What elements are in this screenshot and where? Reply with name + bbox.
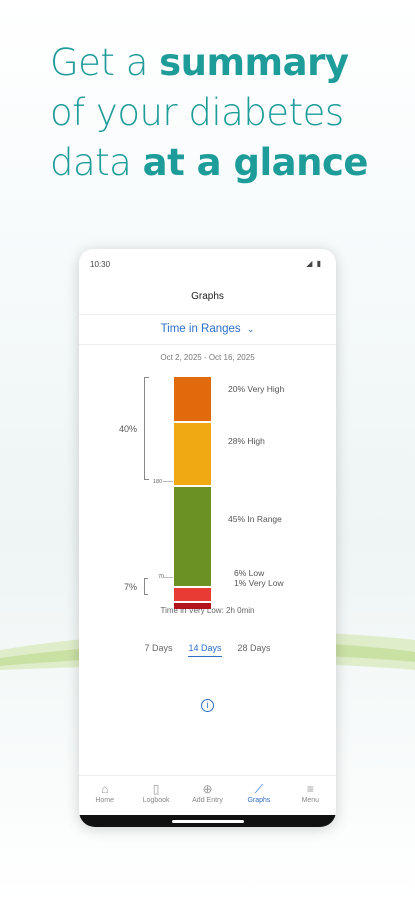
threshold-180-line [163,481,173,482]
bar-segment-low [174,587,211,601]
nav-graphs[interactable]: ⟋ Graphs [233,776,284,815]
segment-label-high: 28% High [228,436,265,446]
nav-menu[interactable]: ≡ Menu [285,776,336,815]
time-in-ranges-chart: 40% 7% 180 70 20% Very High 28% High 45% I… [79,362,336,609]
nav-add-entry[interactable]: ⊕ Add Entry [182,776,233,815]
below-range-total: 7% [124,582,138,592]
logbook-icon: ▯ [152,782,160,796]
add-entry-icon: ⊕ [202,782,213,796]
nav-home-label: Home [95,797,115,804]
nav-logbook-label: Logbook [142,797,170,804]
bottom-nav: ⌂ Home ▯ Logbook ⊕ Add Entry ⟋ Graphs ≡ … [79,775,336,815]
status-time: 10:30 [90,260,111,269]
segment-label-very-high: 20% Very High [228,384,285,394]
bar-segment-very-high [174,377,211,421]
chevron-down-icon: ⌄ [246,324,255,334]
period-tabs: 7 Days 14 Days 28 Days [79,643,336,657]
nav-logbook[interactable]: ▯ Logbook [130,776,181,815]
nav-graphs-label: Graphs [247,797,271,804]
below-range-bracket [144,578,148,595]
menu-icon: ≡ [306,782,314,796]
date-range: Oct 2, 2025 - Oct 16, 2025 [160,353,255,362]
threshold-180: 180 [153,479,163,485]
bar-segment-high [174,423,211,485]
home-icon: ⌂ [101,782,109,796]
headline-line3: data at a glance [50,141,369,184]
graph-type-label: Time in Ranges [160,323,241,335]
bar-segment-very-low [174,602,211,609]
app-bar-title: Graphs [79,279,336,315]
nav-add-entry-label: Add Entry [192,797,223,804]
nav-home[interactable]: ⌂ Home [79,776,130,815]
bar-segment-in-range [174,486,211,586]
gesture-bar [79,815,336,827]
above-range-total: 40% [119,424,138,434]
status-indicators: ◢ ▮ [306,259,322,268]
info-icon[interactable]: i [201,699,214,712]
headline-line1: Get a summary [50,41,349,84]
status-bar: 10:30 ◢ ▮ [79,249,336,279]
above-range-bracket [144,377,149,480]
segment-label-low: 6% Low [234,568,265,578]
nav-menu-label: Menu [301,797,320,804]
tab-28-days[interactable]: 28 Days [238,643,271,657]
tab-7-days[interactable]: 7 Days [144,643,172,657]
headline: Get a summary of your diabetes data at a… [50,38,390,188]
tab-14-days[interactable]: 14 Days [188,643,222,657]
threshold-70-line [163,577,173,578]
graphs-icon: ⟋ [254,782,264,796]
segment-label-in-range: 45% In Range [228,514,282,524]
phone-screen: 10:30 ◢ ▮ Graphs Time in Ranges ⌄ Oct 2,… [79,249,336,827]
headline-line2: of your diabetes [50,91,344,134]
segment-label-very-low: 1% Very Low [234,578,284,588]
graph-type-dropdown[interactable]: Time in Ranges ⌄ [79,315,336,345]
